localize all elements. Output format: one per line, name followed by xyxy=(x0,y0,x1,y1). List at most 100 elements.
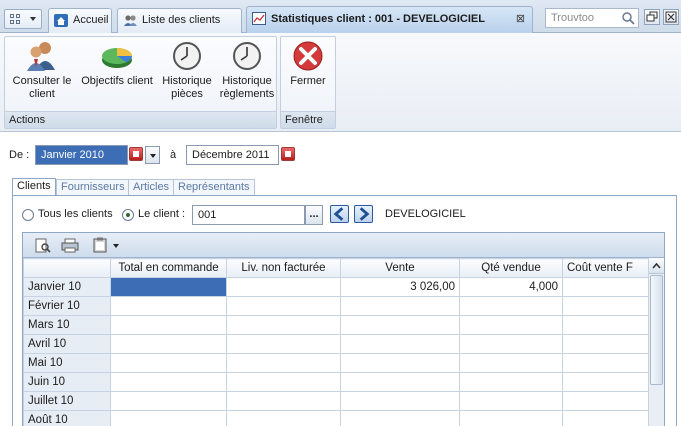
print-icon[interactable] xyxy=(61,238,79,253)
table-cell[interactable] xyxy=(459,391,563,411)
from-date-value: Janvier 2010 xyxy=(41,149,104,161)
table-cell[interactable] xyxy=(226,296,341,316)
tab-statistiques-client[interactable]: Statistiques client : 001 - DEVELOGICIEL… xyxy=(246,6,533,33)
table-cell[interactable] xyxy=(340,334,460,354)
table-cell[interactable] xyxy=(459,410,563,426)
button-label: Fermer xyxy=(290,75,326,87)
table-cell[interactable] xyxy=(340,315,460,335)
table-row[interactable]: Mai 10 xyxy=(23,353,653,373)
table-cell[interactable] xyxy=(110,296,227,316)
close-tab-icon[interactable]: ⊠ xyxy=(515,14,526,25)
table-cell[interactable] xyxy=(226,372,341,392)
print-preview-icon[interactable] xyxy=(35,238,51,253)
table-cell[interactable] xyxy=(459,334,563,354)
tab-liste-des-clients[interactable]: Liste des clients xyxy=(117,8,242,33)
close-icon xyxy=(665,11,677,23)
table-cell[interactable] xyxy=(110,372,227,392)
client-code-field[interactable]: 001 xyxy=(192,205,305,225)
table-cell[interactable] xyxy=(110,315,227,335)
table-cell[interactable] xyxy=(340,410,460,426)
table-row[interactable]: Janvier 10 3 026,00 4,000 xyxy=(23,277,653,297)
tab-clients[interactable]: Clients xyxy=(12,178,56,196)
column-header[interactable]: Qté vendue xyxy=(459,258,563,278)
tab-accueil[interactable]: Accueil xyxy=(48,8,112,33)
table-cell[interactable] xyxy=(562,334,653,354)
vertical-scrollbar[interactable] xyxy=(648,258,664,426)
scroll-thumb[interactable] xyxy=(650,275,663,385)
close-icon xyxy=(293,41,323,71)
table-cell[interactable] xyxy=(562,277,653,297)
table-cell[interactable] xyxy=(459,372,563,392)
table-cell[interactable] xyxy=(562,410,653,426)
close-window-button[interactable] xyxy=(663,9,679,25)
row-header-month: Février 10 xyxy=(23,296,111,316)
table-row[interactable]: Juin 10 xyxy=(23,372,653,392)
table-cell[interactable] xyxy=(340,372,460,392)
table-header-row: Total en commande Liv. non facturée Vent… xyxy=(23,258,653,278)
table-cell[interactable] xyxy=(226,353,341,373)
historique-pieces-button[interactable]: Historique pièces xyxy=(158,40,216,101)
calendar-icon[interactable] xyxy=(281,147,295,161)
button-label: pièces xyxy=(171,88,203,100)
objectifs-client-button[interactable]: Objectifs client xyxy=(79,40,155,88)
table-row[interactable]: Août 10 xyxy=(23,410,653,426)
app-menu-button[interactable] xyxy=(4,9,42,29)
tab-fournisseurs[interactable]: Fournisseurs xyxy=(56,179,130,196)
to-date-field[interactable]: Décembre 2011 xyxy=(186,145,279,165)
all-clients-radio[interactable] xyxy=(22,209,34,221)
scroll-up-button[interactable] xyxy=(649,258,664,274)
table-cell[interactable] xyxy=(110,391,227,411)
table-cell[interactable] xyxy=(562,315,653,335)
table-cell[interactable] xyxy=(340,391,460,411)
table-cell[interactable] xyxy=(459,353,563,373)
column-header[interactable]: Liv. non facturée xyxy=(226,258,341,278)
table-row[interactable]: Mars 10 xyxy=(23,315,653,335)
from-date-dropdown[interactable] xyxy=(145,146,160,164)
client-lookup-button[interactable]: ... xyxy=(305,205,323,225)
fermer-button[interactable]: Fermer xyxy=(284,40,332,88)
column-header[interactable]: Total en commande xyxy=(110,258,227,278)
next-client-button[interactable] xyxy=(354,205,373,223)
table-cell[interactable] xyxy=(226,277,341,297)
column-header[interactable]: Vente xyxy=(340,258,460,278)
table-cell[interactable] xyxy=(110,410,227,426)
to-label: à xyxy=(170,149,177,161)
historique-reglements-button[interactable]: Historique règlements xyxy=(217,40,277,101)
button-label: Historique xyxy=(162,75,212,87)
table-cell[interactable] xyxy=(110,334,227,354)
table-cell[interactable] xyxy=(340,353,460,373)
table-cell[interactable] xyxy=(459,315,563,335)
table-cell[interactable] xyxy=(226,391,341,411)
table-cell[interactable]: 3 026,00 xyxy=(340,277,460,297)
clipboard-icon[interactable] xyxy=(93,237,107,253)
search-icon[interactable] xyxy=(621,11,635,25)
tab-bar: Accueil Liste des clients Statistiques c… xyxy=(0,0,681,33)
table-row[interactable]: Juillet 10 xyxy=(23,391,653,411)
one-client-radio[interactable] xyxy=(122,209,134,221)
tab-representants[interactable]: Représentants xyxy=(173,179,255,196)
restore-window-button[interactable] xyxy=(644,9,660,25)
table-row[interactable]: Février 10 xyxy=(23,296,653,316)
search-input[interactable]: Trouvtoo xyxy=(545,8,639,28)
table-cell[interactable] xyxy=(110,353,227,373)
table-cell[interactable] xyxy=(562,296,653,316)
table-cell[interactable] xyxy=(562,391,653,411)
tab-articles[interactable]: Articles xyxy=(128,179,175,196)
consulter-client-button[interactable]: Consulter le client xyxy=(9,40,75,101)
table-cell[interactable] xyxy=(562,353,653,373)
table-cell[interactable] xyxy=(562,372,653,392)
from-date-field[interactable]: Janvier 2010 xyxy=(35,145,128,165)
column-header[interactable]: Coût vente F xyxy=(562,258,653,278)
table-cell[interactable] xyxy=(226,315,341,335)
table-row[interactable]: Avril 10 xyxy=(23,334,653,354)
table-cell[interactable] xyxy=(226,410,341,426)
chevron-down-icon[interactable] xyxy=(113,244,119,248)
table-cell[interactable] xyxy=(110,277,227,297)
table-cell[interactable]: 4,000 xyxy=(459,277,563,297)
table-cell[interactable] xyxy=(340,296,460,316)
calendar-icon[interactable] xyxy=(129,147,143,161)
table-cell[interactable] xyxy=(459,296,563,316)
previous-client-button[interactable] xyxy=(330,205,349,223)
grid-icon xyxy=(10,14,22,25)
table-cell[interactable] xyxy=(226,334,341,354)
